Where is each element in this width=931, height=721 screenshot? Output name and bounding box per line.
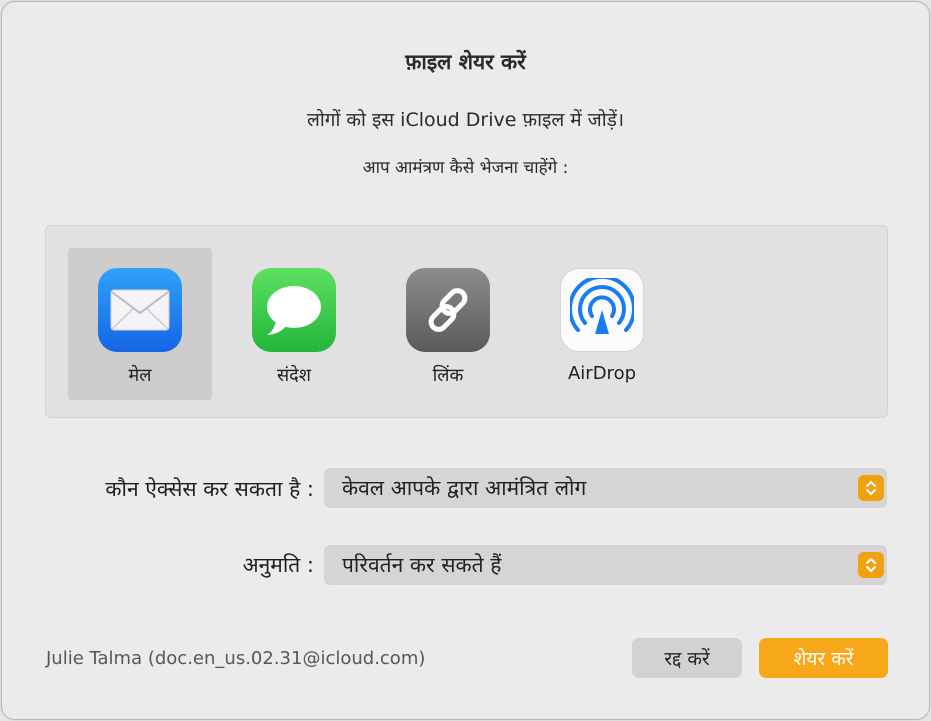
chevron-updown-icon xyxy=(858,475,884,501)
permission-label: अनुमति : xyxy=(242,553,314,577)
method-link[interactable]: लिंक xyxy=(376,248,520,400)
permission-select[interactable]: परिवर्तन कर सकते हैं xyxy=(324,545,887,585)
share-file-dialog: फ़ाइल शेयर करें लोगों को इस iCloud Drive… xyxy=(1,1,930,720)
access-label: कौन ऐक्सेस कर सकता है : xyxy=(105,477,314,501)
invite-method-question: आप आमंत्रण कैसे भेजना चाहेंगे : xyxy=(362,158,569,178)
invite-method-panel: मेल संदेश लिंक AirDrop xyxy=(45,225,888,418)
dialog-title: फ़ाइल शेयर करें xyxy=(405,50,526,74)
method-label-airdrop: AirDrop xyxy=(567,363,637,384)
mail-icon xyxy=(98,268,182,352)
chevron-updown-icon xyxy=(858,552,884,578)
method-airdrop[interactable]: AirDrop xyxy=(530,248,674,400)
cancel-button[interactable]: रद्द करें xyxy=(632,638,742,678)
share-button[interactable]: शेयर करें xyxy=(759,638,888,678)
method-label-mail: मेल xyxy=(128,365,152,386)
method-label-link: लिंक xyxy=(432,365,464,386)
link-icon xyxy=(406,268,490,352)
method-messages[interactable]: संदेश xyxy=(222,248,366,400)
messages-icon xyxy=(252,268,336,352)
access-select[interactable]: केवल आपके द्वारा आमंत्रित लोग xyxy=(324,468,887,508)
current-user: Julie Talma (doc.en_us.02.31@icloud.com) xyxy=(46,648,426,669)
access-value: केवल आपके द्वारा आमंत्रित लोग xyxy=(342,476,587,500)
method-label-messages: संदेश xyxy=(277,365,311,386)
dialog-subtitle: लोगों को इस iCloud Drive फ़ाइल में जोड़े… xyxy=(306,109,625,131)
airdrop-icon xyxy=(560,268,644,352)
method-mail[interactable]: मेल xyxy=(68,248,212,400)
permission-value: परिवर्तन कर सकते हैं xyxy=(342,553,502,577)
